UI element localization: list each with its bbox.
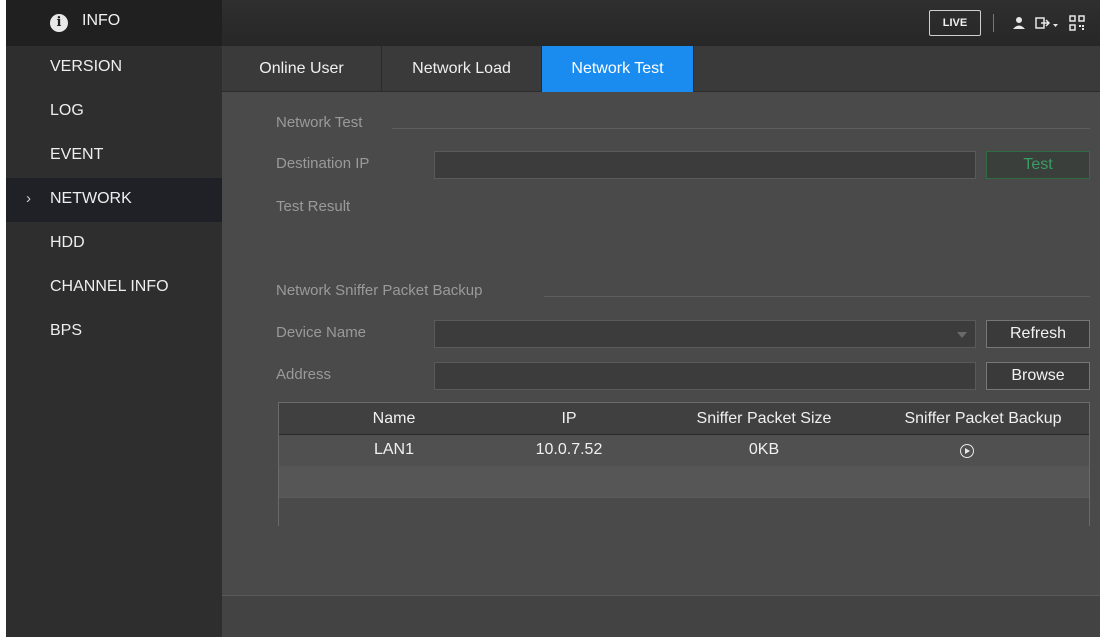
chevron-right-icon: › <box>26 190 31 207</box>
cell-packet-size: 0KB <box>748 441 780 458</box>
table-row <box>279 497 1089 528</box>
destination-ip-input[interactable] <box>434 151 976 179</box>
divider <box>544 296 1090 297</box>
section-title-network-test: Network Test <box>276 114 363 131</box>
sidebar-item-version[interactable]: VERSION <box>6 46 222 90</box>
play-circle-icon[interactable] <box>960 444 974 458</box>
table-row[interactable]: LAN1 10.0.7.52 0KB <box>279 435 1089 466</box>
sidebar-item-label: LOG <box>50 102 84 119</box>
sidebar-item-label: CHANNEL INFO <box>50 278 169 295</box>
device-name-label: Device Name <box>276 324 367 341</box>
tab-bar: Online User Network Load Network Test <box>222 46 1100 92</box>
qr-code-icon[interactable] <box>1068 14 1086 32</box>
sidebar-item-label: NETWORK <box>50 190 132 207</box>
sidebar-item-event[interactable]: EVENT <box>6 134 222 178</box>
table-row <box>279 466 1089 497</box>
column-header-ip: IP <box>561 410 577 427</box>
browse-button[interactable]: Browse <box>986 362 1090 390</box>
logout-icon[interactable] <box>1034 14 1060 32</box>
page-title: INFO <box>82 12 121 29</box>
sniffer-table: Name IP Sniffer Packet Size Sniffer Pack… <box>278 402 1090 528</box>
sidebar-item-channel-info[interactable]: CHANNEL INFO <box>6 266 222 310</box>
divider <box>993 14 994 32</box>
refresh-button[interactable]: Refresh <box>986 320 1090 348</box>
chevron-down-icon <box>957 332 967 338</box>
info-icon: i <box>50 14 68 32</box>
table-header: Name IP Sniffer Packet Size Sniffer Pack… <box>279 403 1089 435</box>
sidebar-item-network[interactable]: › NETWORK <box>6 178 222 222</box>
sidebar-item-label: HDD <box>50 234 85 251</box>
title-area: i INFO <box>6 0 222 46</box>
address-label: Address <box>276 366 332 383</box>
sidebar-item-bps[interactable]: BPS <box>6 310 222 354</box>
tab-online-user[interactable]: Online User <box>222 46 382 92</box>
column-header-packet-backup: Sniffer Packet Backup <box>904 410 1062 427</box>
destination-ip-label: Destination IP <box>276 155 370 172</box>
bottom-bar <box>222 595 1100 637</box>
sidebar: VERSION LOG EVENT › NETWORK HDD CHANNEL … <box>6 46 222 637</box>
section-title-sniffer: Network Sniffer Packet Backup <box>276 282 483 299</box>
device-name-select[interactable] <box>434 320 976 348</box>
cell-ip: 10.0.7.52 <box>535 441 603 458</box>
address-input[interactable] <box>434 362 976 390</box>
sidebar-item-log[interactable]: LOG <box>6 90 222 134</box>
column-header-packet-size: Sniffer Packet Size <box>696 410 832 427</box>
live-button[interactable]: LIVE <box>929 10 981 36</box>
sidebar-item-hdd[interactable]: HDD <box>6 222 222 266</box>
tab-network-load[interactable]: Network Load <box>382 46 542 92</box>
sidebar-item-label: VERSION <box>50 58 123 75</box>
divider <box>392 128 1090 129</box>
tab-network-test[interactable]: Network Test <box>542 46 694 92</box>
test-result-label: Test Result <box>276 198 351 215</box>
test-button[interactable]: Test <box>986 151 1090 179</box>
app-window: i INFO LIVE VERSION LOG EVENT › NETWORK <box>6 0 1100 637</box>
sidebar-item-label: EVENT <box>50 146 104 163</box>
network-test-panel: Network Test Destination IP Test Test Re… <box>222 92 1100 595</box>
sidebar-item-label: BPS <box>50 322 83 339</box>
user-icon[interactable] <box>1010 14 1028 32</box>
top-bar: i INFO LIVE <box>6 0 1100 46</box>
